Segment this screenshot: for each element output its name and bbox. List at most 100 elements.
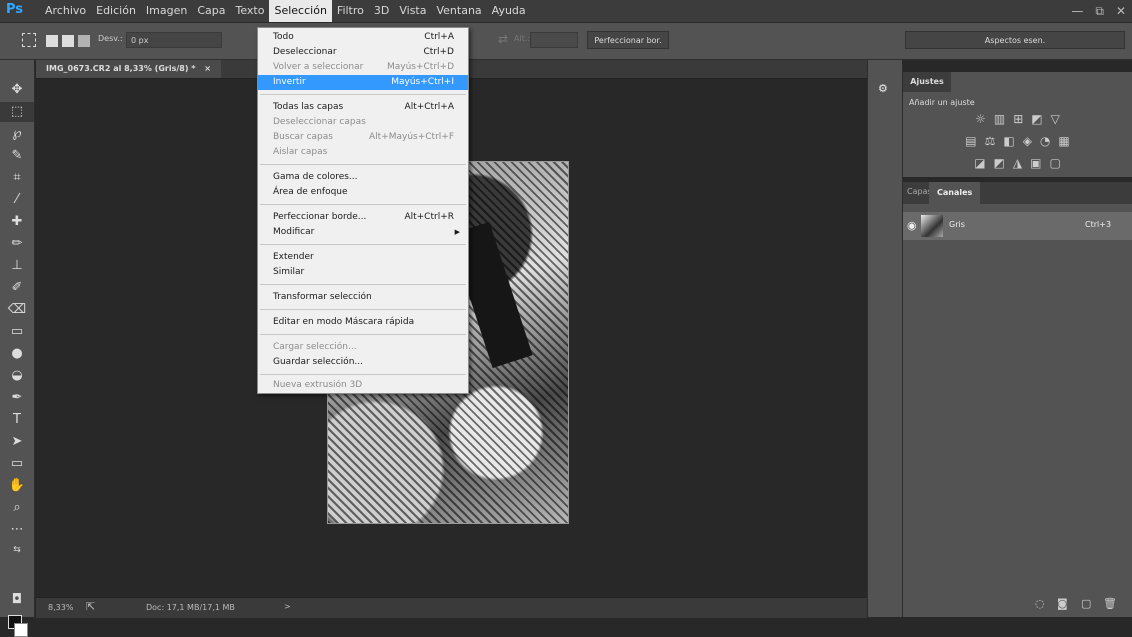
menu-item-aislar-capas: Aislar capas — [273, 147, 328, 157]
feather-input[interactable]: 0 px — [126, 32, 222, 48]
add-selection-icon[interactable] — [62, 35, 74, 47]
levels-icon[interactable]: ▥ — [994, 112, 1005, 126]
menu-ayuda[interactable]: Ayuda — [487, 0, 531, 22]
zoom-tool-icon[interactable]: ⌕ — [0, 498, 34, 518]
more-tools-icon[interactable]: ⋯ — [0, 520, 34, 540]
menu-archivo[interactable]: Archivo — [40, 0, 91, 22]
crop-tool-icon[interactable]: ⌗ — [0, 168, 34, 188]
shape-tool-icon[interactable]: ▭ — [0, 454, 34, 474]
curves-icon[interactable]: ⊞ — [1013, 112, 1023, 126]
submenu-arrow-icon: ▶ — [454, 228, 460, 236]
exposure-icon[interactable]: ◩ — [1031, 112, 1042, 126]
menu-item-gama-de-colores[interactable]: Gama de colores... — [258, 170, 468, 185]
restore-icon[interactable]: ⧉ — [1095, 4, 1104, 19]
menu-item-transformar-seleccion[interactable]: Transformar selección — [258, 290, 468, 305]
posterize-icon[interactable]: ◩ — [994, 156, 1005, 170]
dodge-tool-icon[interactable]: ◒ — [0, 366, 34, 386]
menu-item-area-de-enfoque[interactable]: Área de enfoque — [258, 185, 468, 200]
history-brush-tool-icon[interactable]: ✐ — [0, 278, 34, 298]
invert-icon[interactable]: ◪ — [974, 156, 985, 170]
save-selection-channel-icon[interactable]: ◙ — [1057, 597, 1068, 610]
background-color-swatch[interactable] — [14, 623, 28, 637]
pen-tool-icon[interactable]: ✒ — [0, 388, 34, 408]
menu-item-deseleccionar[interactable]: Deseleccionar Ctrl+D — [258, 45, 468, 60]
swap-colors-icon[interactable]: ⇆ — [0, 540, 34, 560]
refine-edge-button[interactable]: Perfeccionar bor. — [587, 31, 669, 49]
menu-item-guardar-seleccion[interactable]: Guardar selección... — [258, 355, 468, 370]
marquee-preset-icon[interactable] — [22, 33, 36, 47]
status-menu-arrow[interactable]: > — [284, 602, 291, 611]
height-input[interactable] — [530, 32, 578, 48]
document-tab[interactable]: IMG_0673.CR2 al 8,33% (Gris/8) * × — [36, 60, 221, 78]
blur-tool-icon[interactable]: ● — [0, 344, 34, 364]
new-channel-icon[interactable]: ▢ — [1081, 597, 1091, 610]
visibility-eye-icon[interactable]: ◉ — [907, 219, 917, 232]
color-balance-icon[interactable]: ⚖ — [985, 134, 996, 148]
new-selection-icon[interactable] — [46, 35, 58, 47]
minimize-icon[interactable]: — — [1071, 4, 1083, 18]
channel-mixer-icon[interactable]: ◔ — [1040, 134, 1050, 148]
selective-color-icon[interactable]: ▢ — [1049, 156, 1060, 170]
eyedropper-tool-icon[interactable]: ⁄ — [0, 190, 34, 210]
type-tool-icon[interactable]: T — [0, 410, 34, 430]
selection-menu-dropdown: Todo Ctrl+A Deseleccionar Ctrl+D Volver a … — [257, 27, 469, 394]
healing-tool-icon[interactable]: ✚ — [0, 212, 34, 232]
menu-item-invertir[interactable]: Invertir Mayús+Ctrl+I — [258, 75, 468, 90]
threshold-icon[interactable]: ◮ — [1013, 156, 1022, 170]
photo-filter-icon[interactable]: ◈ — [1023, 134, 1032, 148]
menu-item-perfeccionar-borde[interactable]: Perfeccionar borde... Alt+Ctrl+R — [258, 210, 468, 225]
quick-mask-icon[interactable]: ◘ — [0, 590, 34, 610]
path-select-tool-icon[interactable]: ➤ — [0, 432, 34, 452]
menu-edicion[interactable]: Edición — [91, 0, 141, 22]
color-lookup-icon[interactable]: ▦ — [1058, 134, 1069, 148]
menu-filtro[interactable]: Filtro — [332, 0, 369, 22]
vibrance-icon[interactable]: ▽ — [1051, 112, 1060, 126]
quick-select-tool-icon[interactable]: ✎ — [0, 146, 34, 166]
menu-item-extender[interactable]: Extender — [258, 250, 468, 265]
menu-capa[interactable]: Capa — [192, 0, 230, 22]
tab-layers[interactable]: Capas — [907, 187, 932, 196]
menu-imagen[interactable]: Imagen — [141, 0, 192, 22]
photoshop-logo: Ps — [6, 2, 24, 17]
black-white-icon[interactable]: ◧ — [1003, 134, 1014, 148]
swap-icon[interactable]: ⇄ — [498, 32, 508, 46]
status-bar: 8,33% ⇱ Doc: 17,1 MB/17,1 MB > — [36, 597, 867, 618]
move-tool-icon[interactable]: ✥ — [0, 80, 34, 100]
stamp-tool-icon[interactable]: ⊥ — [0, 256, 34, 276]
workspace-select[interactable]: Aspectos esen. — [905, 31, 1125, 49]
eraser-tool-icon[interactable]: ⌫ — [0, 300, 34, 320]
hand-tool-icon[interactable]: ✋ — [0, 476, 34, 496]
gradient-tool-icon[interactable]: ▭ — [0, 322, 34, 342]
menu-texto[interactable]: Texto — [231, 0, 270, 22]
lasso-tool-icon[interactable]: ℘ — [0, 124, 34, 144]
hue-saturation-icon[interactable]: ▤ — [965, 134, 976, 148]
menu-item-modificar[interactable]: Modificar ▶ — [258, 225, 468, 240]
close-icon[interactable]: ✕ — [1116, 4, 1126, 18]
tab-close-icon[interactable]: × — [204, 64, 211, 73]
zoom-level[interactable]: 8,33% — [48, 603, 73, 612]
menu-item-similar[interactable]: Similar — [258, 265, 468, 280]
menu-3d[interactable]: 3D — [369, 0, 394, 22]
brightness-icon[interactable]: ☼ — [975, 112, 986, 126]
tab-adjustments[interactable]: Ajustes — [903, 72, 951, 92]
channels-panel: Capas Canales ◉ Gris Ctrl+3 — [903, 182, 1132, 590]
gradient-map-icon[interactable]: ▣ — [1030, 156, 1041, 170]
load-channel-selection-icon[interactable]: ◌ — [1035, 597, 1045, 610]
export-icon[interactable]: ⇱ — [86, 600, 95, 613]
menu-list: Archivo Edición Imagen Capa Texto Selecc… — [40, 0, 531, 22]
marquee-tool-icon[interactable]: ⬚ — [0, 102, 34, 122]
properties-icon[interactable]: ⚙ — [878, 82, 888, 95]
tab-channels[interactable]: Canales — [929, 182, 981, 204]
menu-item-todas-las-capas[interactable]: Todas las capas Alt+Ctrl+A — [258, 100, 468, 115]
menu-seleccion[interactable]: Selección — [269, 0, 332, 22]
menu-item-mascara-rapida[interactable]: Editar en modo Máscara rápida — [258, 315, 468, 330]
menu-vista[interactable]: Vista — [394, 0, 431, 22]
trash-icon[interactable]: 🗑 — [1103, 597, 1117, 610]
menu-bar: Ps Archivo Edición Imagen Capa Texto Sel… — [0, 0, 1132, 23]
menu-ventana[interactable]: Ventana — [431, 0, 486, 22]
menu-item-todo[interactable]: Todo Ctrl+A — [258, 30, 468, 45]
adjustments-panel: Ajustes Añadir un ajuste ☼ ▥ ⊞ ◩ ▽ ▤ ⚖ ◧… — [903, 72, 1132, 177]
channel-row-gris[interactable]: ◉ Gris Ctrl+3 — [903, 212, 1132, 240]
subtract-selection-icon[interactable] — [78, 35, 90, 47]
brush-tool-icon[interactable]: ✏ — [0, 234, 34, 254]
